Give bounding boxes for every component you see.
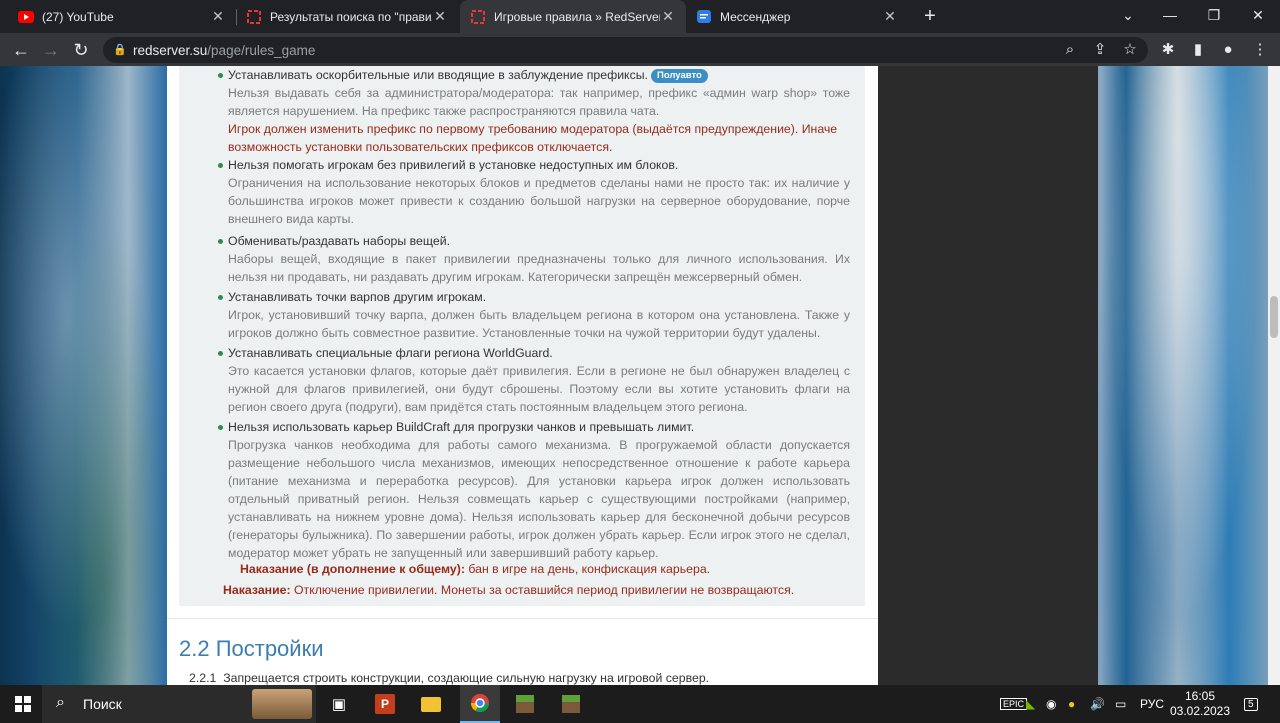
notification-count: 5 <box>1244 697 1258 711</box>
subrule-line: 2.2.1 Запрещается строить конструкции, с… <box>189 671 709 685</box>
rule-heading: Устанавливать оскорбительные или вводящи… <box>228 68 648 82</box>
network-icon[interactable]: ▭ <box>1115 685 1126 723</box>
rule-description: Это касается установки флагов, которые д… <box>228 364 850 414</box>
address-url: redserver.su/page/rules_game <box>133 43 316 58</box>
section-title: 2.2 Постройки <box>179 636 324 661</box>
scrollbar-thumb[interactable] <box>1270 296 1278 338</box>
rules-content: Устанавливать оскорбительные или вводящи… <box>167 66 878 685</box>
tab-search-results[interactable]: Результаты поиска по "правила ✕ <box>236 0 458 33</box>
rule-penalty: Наказание (в дополнение к общему): бан в… <box>240 560 710 578</box>
rule-item: Устанавливать точки варпов другим игрока… <box>218 288 850 342</box>
subrule-number: 2.2.1 <box>189 671 217 685</box>
subrule-text: Запрещается строить конструкции, создающ… <box>223 671 710 685</box>
rule-item: Устанавливать оскорбительные или вводящи… <box>218 66 850 156</box>
tray-app-icon[interactable]: ● <box>1068 685 1075 723</box>
profile-avatar[interactable]: ● <box>1216 37 1240 63</box>
close-tab-icon[interactable]: ✕ <box>432 8 448 25</box>
redserver-icon <box>246 9 262 25</box>
penalty-text: бан в игре на день, конфискация карьера. <box>464 562 711 576</box>
close-window-button[interactable]: ✕ <box>1238 0 1278 33</box>
rule-description: Ограничения на использование некоторых б… <box>228 176 850 226</box>
close-tab-icon[interactable]: ✕ <box>210 8 226 25</box>
page-viewport: Устанавливать оскорбительные или вводящи… <box>0 66 1280 685</box>
back-button[interactable]: ← <box>8 37 34 63</box>
rule-heading: Нельзя использовать карьер BuildCraft дл… <box>218 418 850 436</box>
taskbar-search[interactable]: ⌕ Поиск <box>42 685 316 723</box>
tab-search-chevron-icon[interactable]: ⌄ <box>1108 0 1148 33</box>
rule-description: Нельзя выдавать себя за администратора/м… <box>228 86 850 118</box>
rule-item: Нельзя использовать карьер BuildCraft дл… <box>218 418 850 562</box>
minecraft-icon[interactable] <box>508 685 542 723</box>
epic-games-icon[interactable]: EPIC <box>1000 685 1028 723</box>
taskbar-search-label: Поиск <box>83 696 122 712</box>
windows-taskbar: ⌕ Поиск ▣ P EPIC ◣ ◉ ● 🔊 ▭ РУС 16:05 03.… <box>0 685 1280 723</box>
browser-tab-bar: (27) YouTube ✕ Результаты поиска по "пра… <box>0 0 1280 33</box>
global-penalty-text: Отключение привилегии. Монеты за оставши… <box>290 583 795 597</box>
steam-icon[interactable]: ◉ <box>1046 685 1056 723</box>
clock-time: 16:05 <box>1184 689 1216 703</box>
rule-heading: Устанавливать точки варпов другим игрока… <box>218 288 850 306</box>
page-right-column <box>878 66 1098 685</box>
address-bar[interactable]: 🔒 redserver.su/page/rules_game ⌕ ⇪ ☆ <box>103 37 1148 63</box>
rule-warning: Игрок должен изменить префикс по первому… <box>228 122 838 154</box>
volume-icon[interactable]: 🔊 <box>1090 685 1105 723</box>
page-scrollbar[interactable] <box>1268 66 1280 685</box>
reload-button[interactable]: ↻ <box>68 37 94 63</box>
new-tab-button[interactable]: + <box>918 4 942 28</box>
background-image-left <box>0 66 167 685</box>
tab-messenger[interactable]: Мессенджер ✕ <box>686 0 908 33</box>
nvidia-icon[interactable]: ◣ <box>1026 685 1035 723</box>
bookmark-star-icon[interactable]: ☆ <box>1118 37 1142 63</box>
tab-youtube[interactable]: (27) YouTube ✕ <box>8 0 236 33</box>
task-view-icon[interactable]: ▣ <box>322 685 356 723</box>
chrome-icon[interactable] <box>460 685 500 723</box>
menu-kebab-icon[interactable]: ⋮ <box>1248 37 1272 63</box>
background-image-right <box>1098 66 1268 685</box>
tab-title: (27) YouTube <box>42 9 114 24</box>
penalty-label: Наказание (в дополнение к общему): <box>240 562 465 576</box>
powerpoint-icon[interactable]: P <box>368 685 402 723</box>
restore-button[interactable]: ❐ <box>1194 0 1234 33</box>
rule-heading: Обменивать/раздавать наборы вещей. <box>218 232 850 250</box>
tab-title: Игровые правила » RedServer – <box>494 9 660 24</box>
zoom-search-icon[interactable]: ⌕ <box>1058 37 1082 63</box>
tab-title: Результаты поиска по "правила <box>270 9 432 24</box>
rule-description: Игрок, установивший точку варпа, должен … <box>228 308 850 340</box>
clock-date: 03.02.2023 <box>1169 704 1231 718</box>
side-panel-icon[interactable]: ▮ <box>1186 37 1210 63</box>
global-penalty: Наказание: Отключение привилегии. Монеты… <box>223 581 794 599</box>
extensions-puzzle-icon[interactable]: ✱ <box>1156 37 1180 63</box>
notifications-icon[interactable]: 5 <box>1244 685 1258 723</box>
redserver-icon <box>470 9 486 25</box>
semi-auto-badge: Полуавто <box>650 69 708 83</box>
rule-item: Обменивать/раздавать наборы вещей. Набор… <box>218 232 850 286</box>
search-icon: ⌕ <box>56 694 65 711</box>
close-tab-icon[interactable]: ✕ <box>660 8 676 25</box>
lock-icon: 🔒 <box>113 44 127 56</box>
file-explorer-icon[interactable] <box>414 685 448 723</box>
start-windows-icon[interactable] <box>8 685 38 723</box>
language-indicator[interactable]: РУС <box>1140 685 1164 723</box>
browser-toolbar: ← → ↻ 🔒 redserver.su/page/rules_game ⌕ ⇪… <box>0 33 1280 66</box>
rule-description: Наборы вещей, входящие в пакет привилеги… <box>228 252 850 284</box>
youtube-icon <box>18 9 34 25</box>
rule-heading: Нельзя помогать игрокам без привилегий в… <box>218 156 850 174</box>
minimize-button[interactable]: — <box>1150 0 1190 33</box>
tab-title: Мессенджер <box>720 9 791 24</box>
tab-rules-active[interactable]: Игровые правила » RedServer – ✕ <box>460 0 686 33</box>
rule-item: Устанавливать специальные флаги региона … <box>218 344 850 416</box>
rule-heading: Устанавливать специальные флаги региона … <box>218 344 850 362</box>
search-highlight-image <box>252 689 312 719</box>
global-penalty-label: Наказание: <box>223 583 291 597</box>
rule-description: Прогрузка чанков необходима для работы с… <box>228 438 850 560</box>
close-tab-icon[interactable]: ✕ <box>882 8 898 25</box>
forward-button[interactable]: → <box>38 37 64 63</box>
rule-item: Нельзя помогать игрокам без привилегий в… <box>218 156 850 228</box>
clock[interactable]: 16:05 03.02.2023 <box>1169 685 1231 723</box>
section-divider <box>167 618 878 619</box>
messenger-icon <box>696 9 712 25</box>
minecraft-icon[interactable] <box>554 685 588 723</box>
share-icon[interactable]: ⇪ <box>1088 37 1112 63</box>
